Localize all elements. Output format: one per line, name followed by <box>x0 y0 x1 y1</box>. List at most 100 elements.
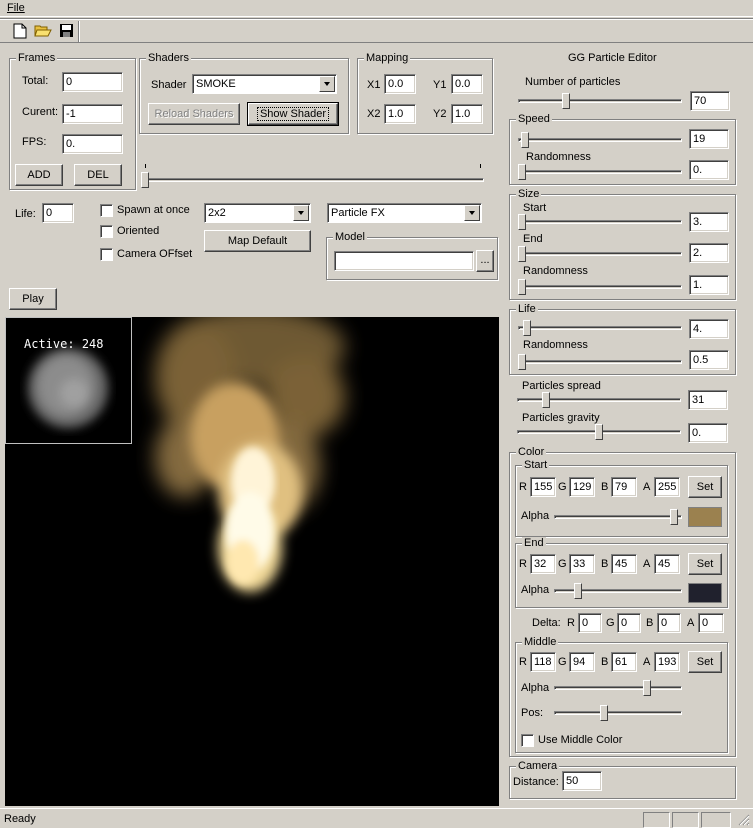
timeline-slider[interactable] <box>141 170 484 190</box>
end-r-field[interactable]: 32 <box>530 554 556 574</box>
camera-legend: Camera <box>516 760 560 773</box>
play-button[interactable]: Play <box>9 288 57 310</box>
start-b-field[interactable]: 79 <box>611 477 637 497</box>
end-a-field[interactable]: 45 <box>654 554 680 574</box>
chevron-down-icon[interactable] <box>319 76 335 92</box>
size-randomness-field[interactable]: 1. <box>689 275 729 295</box>
end-alpha-slider[interactable] <box>554 581 682 601</box>
spread-thumb[interactable] <box>542 392 550 408</box>
life-value-field[interactable]: 4. <box>689 319 729 339</box>
current-field[interactable]: -1 <box>62 104 123 124</box>
frames-legend: Frames <box>16 52 58 65</box>
end-alpha-thumb[interactable] <box>574 583 582 599</box>
life-randomness-slider[interactable] <box>518 352 682 372</box>
life-randomness-thumb[interactable] <box>518 354 526 370</box>
camera-distance-field[interactable]: 50 <box>562 771 602 791</box>
size-randomness-thumb[interactable] <box>518 279 526 295</box>
model-field[interactable] <box>334 251 474 271</box>
speed-legend: Speed <box>516 113 552 126</box>
start-r-field[interactable]: 155 <box>530 477 556 497</box>
end-b-field[interactable]: 45 <box>611 554 637 574</box>
y2-field[interactable]: 1.0 <box>451 104 483 124</box>
start-color-swatch[interactable] <box>688 507 722 527</box>
status-pane-2 <box>672 812 699 828</box>
size-start-thumb[interactable] <box>518 214 526 230</box>
oriented-checkbox[interactable] <box>100 225 113 238</box>
middle-pos-slider[interactable] <box>554 703 682 723</box>
life-field[interactable]: 0 <box>42 203 74 223</box>
end-color-swatch[interactable] <box>688 583 722 603</box>
middle-b-field[interactable]: 61 <box>611 652 637 672</box>
start-set-button[interactable]: Set <box>688 476 722 498</box>
size-end-field[interactable]: 2. <box>689 243 729 263</box>
end-a-label: A <box>643 558 651 570</box>
map-default-button[interactable]: Map Default <box>204 230 311 252</box>
speed-field[interactable]: 19 <box>689 129 729 149</box>
life-slider[interactable] <box>518 318 682 338</box>
size-end-slider[interactable] <box>518 244 682 264</box>
chevron-down-icon[interactable] <box>293 205 309 221</box>
reload-shaders-button[interactable]: Reload Shaders <box>148 103 240 125</box>
middle-alpha-thumb[interactable] <box>643 680 651 696</box>
end-g-field[interactable]: 33 <box>569 554 595 574</box>
start-alpha-slider[interactable] <box>554 507 682 527</box>
start-alpha-thumb[interactable] <box>670 509 678 525</box>
color-legend: Color <box>516 446 547 459</box>
total-field[interactable]: 0 <box>62 72 123 92</box>
size-start-field[interactable]: 3. <box>689 212 729 232</box>
open-folder-icon[interactable] <box>33 21 53 40</box>
fps-field[interactable]: 0. <box>62 134 123 154</box>
start-a-field[interactable]: 255 <box>654 477 680 497</box>
num-particles-field[interactable]: 70 <box>690 91 730 111</box>
camera-offset-checkbox[interactable] <box>100 248 113 261</box>
life-thumb[interactable] <box>523 320 531 336</box>
y1-field[interactable]: 0.0 <box>451 74 483 94</box>
end-set-button[interactable]: Set <box>688 553 722 575</box>
middle-g-field[interactable]: 94 <box>569 652 595 672</box>
middle-r-field[interactable]: 118 <box>530 652 556 672</box>
middle-set-button[interactable]: Set <box>688 651 722 673</box>
particle-viewport[interactable]: Active: 248 <box>5 317 499 806</box>
speed-slider[interactable] <box>518 130 682 150</box>
new-file-icon[interactable] <box>10 21 30 40</box>
save-icon[interactable] <box>56 21 76 40</box>
delta-g-field[interactable]: 0 <box>617 613 641 633</box>
size-end-thumb[interactable] <box>518 246 526 262</box>
chevron-down-icon[interactable] <box>464 205 480 221</box>
x1-field[interactable]: 0.0 <box>384 74 416 94</box>
middle-a-field[interactable]: 193 <box>654 652 680 672</box>
show-shader-button[interactable]: Show Shader <box>247 102 339 126</box>
size-randomness-slider[interactable] <box>518 277 682 297</box>
shader-select[interactable]: SMOKE <box>192 74 337 94</box>
fx-type-select[interactable]: Particle FX <box>327 203 482 223</box>
timeline-slider-thumb[interactable] <box>141 172 149 188</box>
middle-alpha-slider[interactable] <box>554 678 682 698</box>
model-browse-button[interactable]: ... <box>476 250 494 272</box>
life-randomness-field[interactable]: 0.5 <box>689 350 729 370</box>
use-middle-color-checkbox[interactable] <box>521 734 534 747</box>
speed-randomness-slider[interactable] <box>518 162 682 182</box>
grid-select[interactable]: 2x2 <box>204 203 311 223</box>
menu-file[interactable]: File <box>7 2 25 14</box>
start-g-field[interactable]: 129 <box>569 477 595 497</box>
num-particles-slider[interactable] <box>518 91 682 111</box>
speed-thumb[interactable] <box>521 132 529 148</box>
x2-field[interactable]: 1.0 <box>384 104 416 124</box>
gravity-slider[interactable] <box>517 422 681 442</box>
delta-b-field[interactable]: 0 <box>657 613 681 633</box>
spread-slider[interactable] <box>517 390 681 410</box>
del-button[interactable]: DEL <box>74 164 122 186</box>
delta-a-field[interactable]: 0 <box>698 613 724 633</box>
num-particles-thumb[interactable] <box>562 93 570 109</box>
spawn-at-once-checkbox[interactable] <box>100 204 113 217</box>
gravity-field[interactable]: 0. <box>688 423 728 443</box>
delta-r-field[interactable]: 0 <box>578 613 602 633</box>
add-button[interactable]: ADD <box>15 164 63 186</box>
speed-randomness-field[interactable]: 0. <box>689 160 729 180</box>
size-start-slider[interactable] <box>518 212 682 232</box>
middle-pos-thumb[interactable] <box>600 705 608 721</box>
gravity-thumb[interactable] <box>595 424 603 440</box>
speed-randomness-thumb[interactable] <box>518 164 526 180</box>
spread-field[interactable]: 31 <box>688 390 728 410</box>
resize-grip-icon[interactable] <box>738 814 750 826</box>
